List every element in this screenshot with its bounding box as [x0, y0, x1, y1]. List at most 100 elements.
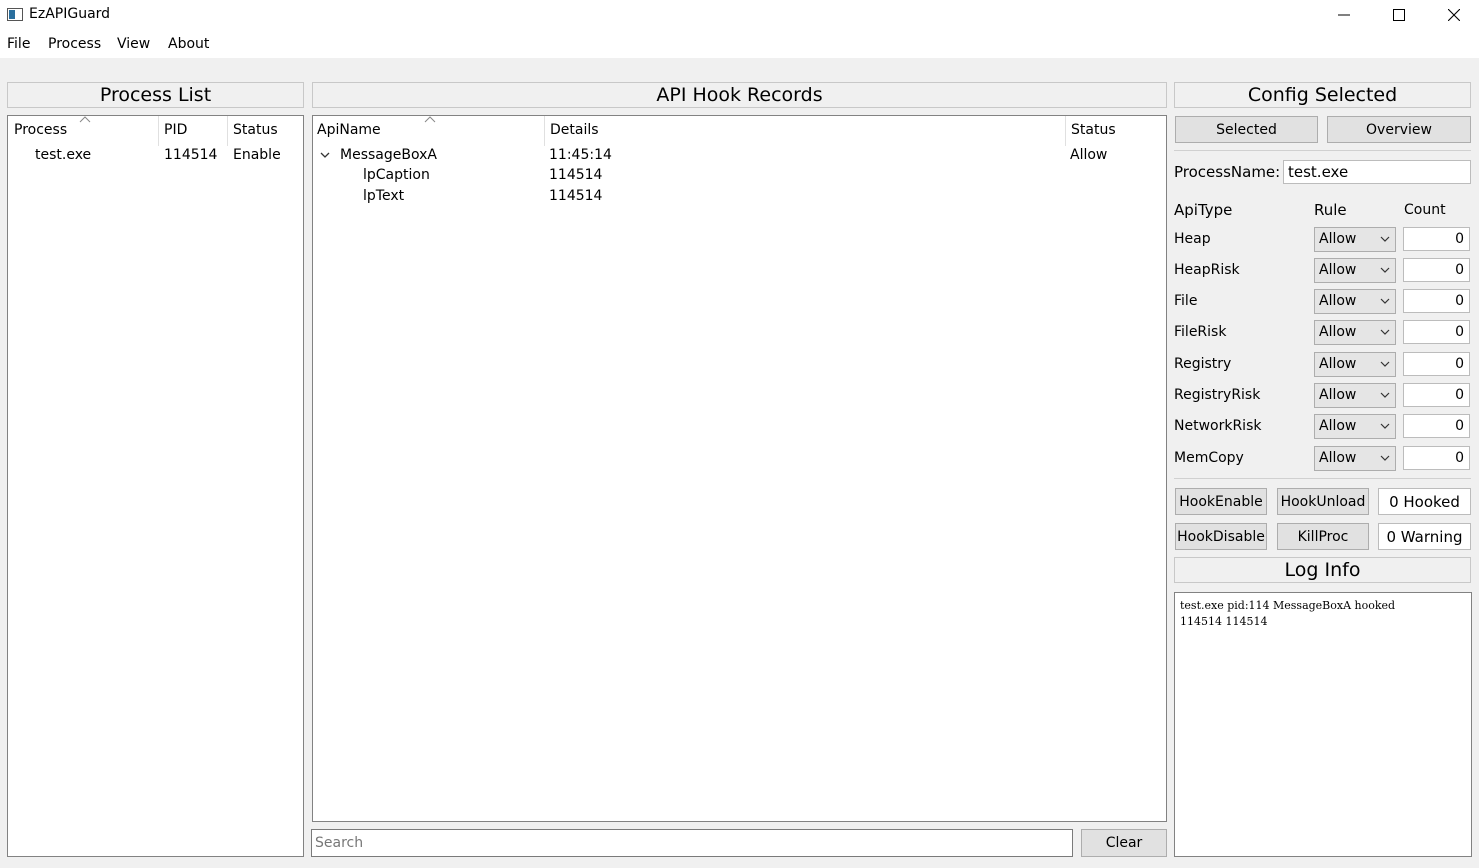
sort-up-icon [424, 116, 436, 123]
hook-enable-button[interactable]: HookEnable [1175, 488, 1267, 515]
api-type-heaprisk: HeapRisk [1174, 262, 1240, 278]
title-bar: EzAPIGuard [0, 0, 1479, 30]
hook-disable-button[interactable]: HookDisable [1175, 523, 1267, 550]
api-type-file: File [1174, 293, 1198, 309]
warning-count-readout: 0 Warning [1378, 523, 1471, 550]
log-text: test.exe pid:114 MessageBoxA hooked 1145… [1180, 599, 1396, 628]
api-type-memcopy: MemCopy [1174, 450, 1244, 466]
chevron-down-icon [1380, 298, 1390, 304]
chevron-down-icon [1380, 392, 1390, 398]
divider [1174, 150, 1471, 151]
rule-select-heap[interactable]: Allow [1314, 227, 1396, 252]
count-memcopy: 0 [1403, 446, 1470, 470]
record-child-details[interactable]: 114514 [549, 167, 602, 183]
close-button[interactable] [1431, 0, 1477, 30]
chevron-down-icon [1380, 236, 1390, 242]
sort-up-icon [79, 116, 91, 123]
clear-button[interactable]: Clear [1081, 829, 1167, 857]
process-list-title: Process List [7, 82, 304, 108]
count-heap: 0 [1403, 227, 1470, 251]
config-selected-title: Config Selected [1174, 82, 1471, 108]
rule-select-networkrisk[interactable]: Allow [1314, 414, 1396, 439]
record-row-details[interactable]: 11:45:14 [549, 147, 612, 163]
record-child-name[interactable]: lpText [363, 188, 404, 204]
rule-value: Allow [1319, 450, 1357, 466]
menu-bar: File Process View About [0, 30, 1479, 58]
rule-select-registryrisk[interactable]: Allow [1314, 383, 1396, 408]
api-type-heap: Heap [1174, 231, 1211, 247]
hooked-count-readout: 0 Hooked [1378, 488, 1471, 515]
api-records-tree[interactable]: ApiName Details Status MessageBoxA 11:45… [312, 115, 1167, 822]
count-filerisk: 0 [1403, 320, 1470, 344]
column-header-process[interactable]: Process [14, 122, 67, 138]
log-info-view[interactable]: test.exe pid:114 MessageBoxA hooked 1145… [1174, 592, 1472, 857]
rule-select-registry[interactable]: Allow [1314, 352, 1396, 377]
count-networkrisk: 0 [1403, 414, 1470, 438]
app-icon [7, 8, 23, 21]
rule-select-memcopy[interactable]: Allow [1314, 446, 1396, 471]
count-registryrisk: 0 [1403, 383, 1470, 407]
column-header-status[interactable]: Status [1071, 122, 1116, 138]
api-type-networkrisk: NetworkRisk [1174, 418, 1262, 434]
kill-proc-button[interactable]: KillProc [1277, 523, 1369, 550]
process-name-label: ProcessName: [1174, 163, 1281, 181]
chevron-down-icon [1380, 423, 1390, 429]
chevron-down-icon[interactable] [320, 152, 330, 159]
rule-value: Allow [1319, 387, 1357, 403]
menu-view[interactable]: View [117, 36, 150, 52]
column-header-details[interactable]: Details [550, 122, 599, 138]
record-child-name[interactable]: lpCaption [363, 167, 430, 183]
api-type-registry: Registry [1174, 356, 1232, 372]
minimize-icon [1338, 14, 1350, 16]
api-hook-records-title: API Hook Records [312, 82, 1167, 108]
rule-value: Allow [1319, 324, 1357, 340]
process-name-field[interactable]: test.exe [1283, 160, 1471, 184]
api-type-filerisk: FileRisk [1174, 324, 1227, 340]
header-count: Count [1404, 202, 1446, 218]
header-rule: Rule [1314, 201, 1347, 219]
menu-process[interactable]: Process [48, 36, 101, 52]
column-separator [544, 116, 545, 146]
rule-select-heaprisk[interactable]: Allow [1314, 258, 1396, 283]
rule-value: Allow [1319, 356, 1357, 372]
chevron-down-icon [1380, 455, 1390, 461]
close-icon [1448, 9, 1460, 21]
minimize-button[interactable] [1321, 0, 1367, 30]
divider [1174, 478, 1471, 479]
column-header-pid[interactable]: PID [164, 122, 187, 138]
rule-value: Allow [1319, 293, 1357, 309]
process-row-name[interactable]: test.exe [35, 147, 91, 163]
chevron-down-icon [1380, 267, 1390, 273]
chevron-down-icon [1380, 361, 1390, 367]
window-title: EzAPIGuard [29, 6, 111, 22]
menu-file[interactable]: File [7, 36, 30, 52]
rule-select-file[interactable]: Allow [1314, 289, 1396, 314]
rule-value: Allow [1319, 418, 1357, 434]
tab-selected[interactable]: Selected [1175, 116, 1318, 143]
rule-select-filerisk[interactable]: Allow [1314, 320, 1396, 345]
menu-about[interactable]: About [168, 36, 209, 52]
log-info-title: Log Info [1174, 557, 1471, 583]
rule-value: Allow [1319, 262, 1357, 278]
column-separator [1065, 116, 1066, 146]
chevron-down-icon [1380, 329, 1390, 335]
column-separator [158, 116, 159, 146]
record-child-details[interactable]: 114514 [549, 188, 602, 204]
rule-value: Allow [1319, 231, 1357, 247]
column-header-status[interactable]: Status [233, 122, 278, 138]
search-input[interactable] [311, 829, 1073, 857]
count-registry: 0 [1403, 352, 1470, 376]
hook-unload-button[interactable]: HookUnload [1277, 488, 1369, 515]
record-row-name[interactable]: MessageBoxA [340, 147, 437, 163]
process-row-pid[interactable]: 114514 [164, 147, 217, 163]
tab-overview[interactable]: Overview [1327, 116, 1471, 143]
process-row-status[interactable]: Enable [233, 147, 281, 163]
process-list-view[interactable]: Process PID Status test.exe 114514 Enabl… [7, 115, 304, 857]
column-header-apiname[interactable]: ApiName [317, 122, 381, 138]
header-api-type: ApiType [1174, 201, 1233, 219]
maximize-icon [1393, 9, 1405, 21]
record-row-status[interactable]: Allow [1070, 147, 1107, 163]
maximize-button[interactable] [1376, 0, 1422, 30]
count-file: 0 [1403, 289, 1470, 313]
count-heaprisk: 0 [1403, 258, 1470, 282]
